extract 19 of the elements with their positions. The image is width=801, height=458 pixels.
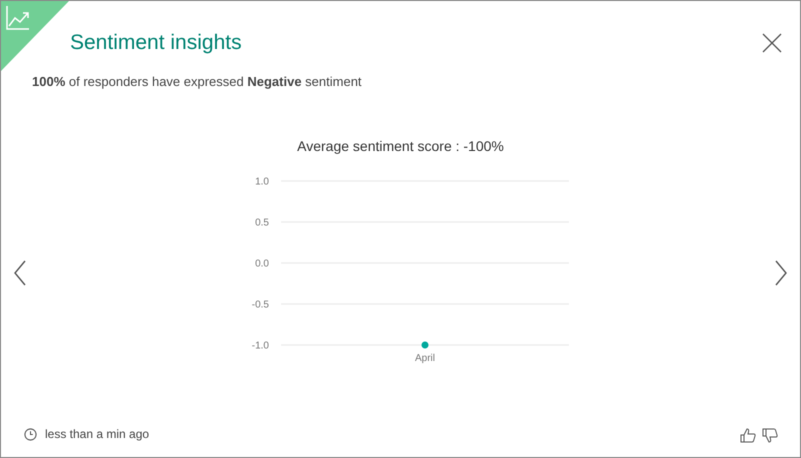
chevron-left-icon	[13, 260, 27, 286]
timestamp: less than a min ago	[45, 426, 150, 443]
thumbs-down-icon	[762, 428, 778, 443]
chevron-right-icon	[774, 260, 788, 286]
summary-text: 100% of responders have expressed Negative sentiment	[32, 73, 362, 91]
chart-title: Average sentiment score : -100%	[297, 136, 504, 156]
thumbs-up-icon	[740, 428, 756, 443]
clock-icon	[24, 428, 37, 440]
thumbs-down-button[interactable]	[762, 428, 778, 443]
x-tick-label: April	[414, 352, 434, 364]
y-tick-label: 1.0	[254, 176, 268, 187]
close-icon	[762, 33, 782, 53]
y-tick-label: -0.5	[251, 299, 268, 310]
y-tick-label: 0.0	[254, 258, 268, 269]
y-tick-label: 0.5	[254, 217, 268, 228]
dialog-title: Sentiment insights	[70, 30, 242, 56]
y-tick-label: -1.0	[251, 340, 268, 351]
thumbs-up-button[interactable]	[740, 428, 756, 443]
close-button[interactable]	[760, 31, 784, 55]
